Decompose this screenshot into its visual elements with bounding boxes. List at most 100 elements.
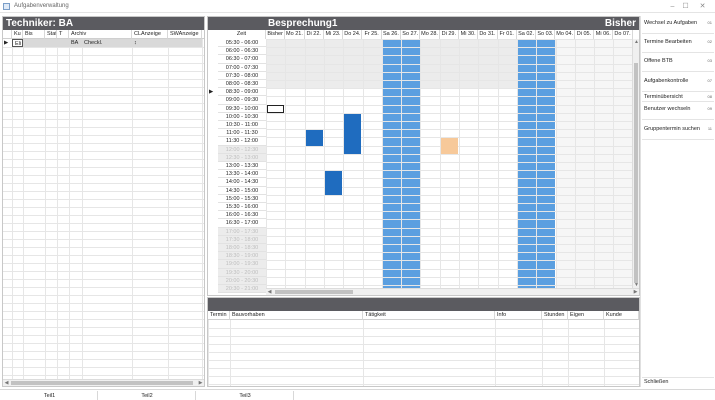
time-slot-label[interactable]: 14:30 - 15:00 — [218, 186, 266, 195]
day-header[interactable]: Do 07. — [613, 30, 633, 39]
left-horizontal-scrollbar[interactable]: ◀ ▶ — [3, 379, 204, 386]
close-icon[interactable]: ✕ — [698, 2, 707, 11]
scroll-thumb[interactable] — [11, 381, 193, 385]
time-slot-label[interactable]: 05:30 - 06:00 — [218, 39, 266, 48]
action-button[interactable]: Terminübersicht 08 — [642, 92, 714, 102]
day-header[interactable]: Mo 04. — [556, 30, 575, 39]
tab-teil2[interactable]: Teil2 — [99, 391, 196, 400]
day-header[interactable]: Fr 01. — [498, 30, 517, 39]
day-header[interactable]: Mo 21. — [285, 30, 305, 39]
day-header[interactable]: Di 29. — [440, 30, 459, 39]
time-slot-label[interactable]: 15:00 - 15:30 — [218, 194, 266, 203]
action-button[interactable]: Wechsel zu Aufgaben 01 — [642, 16, 714, 34]
time-slot-label[interactable]: 12:00 - 12:30 — [218, 145, 266, 154]
time-slot-label[interactable]: 15:30 - 16:00 — [218, 203, 266, 212]
day-header[interactable]: Mi 06. — [594, 30, 614, 39]
day-header[interactable]: Mi 23. — [324, 30, 344, 39]
column-header-swanzeige[interactable]: SWAnzeige — [168, 30, 202, 39]
time-slot-label[interactable]: 10:00 - 10:30 — [218, 112, 266, 121]
time-slot-label[interactable]: 14:00 - 14:30 — [218, 178, 266, 187]
weekend-column[interactable] — [536, 39, 556, 294]
column-header-tätigkeit[interactable]: Tätigkeit — [363, 311, 495, 320]
day-header[interactable]: Sa 02. — [517, 30, 537, 39]
cell-ku[interactable]: Eli — [12, 39, 23, 47]
time-slot-label[interactable]: 07:30 - 08:00 — [218, 71, 266, 80]
time-slot-label[interactable]: 17:00 - 17:30 — [218, 227, 266, 236]
column-header-clanzeige[interactable]: CLAnzeige — [132, 30, 168, 39]
time-slot-label[interactable]: 09:00 - 09:30 — [218, 96, 266, 105]
weekend-column[interactable] — [381, 39, 402, 294]
day-header[interactable]: Di 22. — [305, 30, 324, 39]
time-slot-label[interactable]: 16:30 - 17:00 — [218, 219, 266, 228]
appointment-block[interactable] — [440, 138, 458, 154]
column-header-archiv[interactable]: Archiv — [69, 30, 132, 39]
time-slot-label[interactable]: 13:00 - 13:30 — [218, 162, 266, 171]
time-slot-label[interactable]: 08:30 - 09:00 — [218, 88, 266, 97]
time-slot-label[interactable]: 06:00 - 06:30 — [218, 47, 266, 56]
weekend-column[interactable] — [516, 39, 537, 294]
time-slot-label[interactable]: 16:00 - 16:30 — [218, 211, 266, 220]
appointment-block[interactable] — [344, 113, 362, 154]
day-header[interactable]: Mo 28. — [420, 30, 440, 39]
weekend-column[interactable] — [401, 39, 421, 294]
column-header-ku[interactable]: Ku — [12, 30, 23, 39]
action-button[interactable]: Termine Bearbeiten 02 — [642, 35, 714, 53]
minimize-icon[interactable]: – — [668, 2, 677, 11]
column-header-eigen[interactable]: Eigen — [568, 311, 604, 320]
day-header[interactable]: Fr 25. — [363, 30, 382, 39]
time-slot-label[interactable]: 13:30 - 14:00 — [218, 170, 266, 179]
tab-teil1[interactable]: Teil1 — [2, 391, 98, 400]
scroll-right-icon[interactable]: ▶ — [632, 289, 639, 295]
day-header[interactable]: So 03. — [536, 30, 556, 39]
time-slot-label[interactable]: 11:30 - 12:00 — [218, 137, 266, 146]
maximize-icon[interactable]: ☐ — [681, 2, 690, 11]
appointment-block[interactable] — [305, 130, 323, 146]
scroll-thumb[interactable] — [634, 63, 638, 283]
time-slot-label[interactable]: 08:00 - 08:30 — [218, 80, 266, 89]
scroll-left-icon[interactable]: ◀ — [266, 289, 273, 295]
scroll-right-icon[interactable]: ▶ — [197, 380, 204, 386]
column-header-bis[interactable]: Bis — [23, 30, 45, 39]
column-header-t[interactable]: T — [57, 30, 69, 39]
calendar-vertical-scrollbar[interactable]: ▲ ▼ — [632, 39, 639, 289]
column-header-stunden[interactable]: Stunden — [542, 311, 568, 320]
day-header[interactable]: Sa 26. — [382, 30, 402, 39]
scroll-left-icon[interactable]: ◀ — [3, 380, 10, 386]
time-slot-label[interactable]: 17:30 - 18:00 — [218, 235, 266, 244]
column-header-info[interactable]: Info — [495, 311, 542, 320]
appointment-block[interactable] — [324, 171, 343, 195]
close-button[interactable]: Schließen — [642, 377, 714, 386]
tab-teil3[interactable]: Teil3 — [197, 391, 294, 400]
column-header-stat[interactable]: Stat — [45, 30, 57, 39]
column-header-bauvorhaben[interactable]: Bauvorhaben — [230, 311, 363, 320]
time-slot-label[interactable]: 11:00 - 11:30 — [218, 129, 266, 138]
day-header[interactable]: Bisher — [266, 30, 286, 39]
action-button[interactable]: Benutzer wechseln 09 — [642, 102, 714, 120]
column-header-kunde[interactable]: Kunde — [604, 311, 639, 320]
day-header[interactable]: So 27. — [401, 30, 421, 39]
time-slot-label[interactable]: 20:30 - 21:00 — [218, 285, 266, 294]
scroll-thumb[interactable] — [275, 290, 353, 294]
day-header[interactable]: Do 31. — [478, 30, 498, 39]
calendar-horizontal-scrollbar[interactable]: ◀ ▶ — [266, 288, 639, 295]
time-slot-label[interactable]: 18:00 - 18:30 — [218, 244, 266, 253]
time-slot-label[interactable]: 19:30 - 20:00 — [218, 268, 266, 277]
selected-slot[interactable] — [267, 104, 285, 113]
action-button[interactable]: Gruppentermin suchen 11 — [642, 122, 714, 140]
action-button[interactable]: Offene BTB 03 — [642, 54, 714, 72]
time-slot-label[interactable]: 07:00 - 07:30 — [218, 63, 266, 72]
time-slot-label[interactable]: 18:30 - 19:00 — [218, 252, 266, 261]
scroll-up-icon[interactable]: ▲ — [633, 39, 639, 46]
day-header[interactable]: Mi 30. — [459, 30, 479, 39]
time-slot-label[interactable]: 12:30 - 13:00 — [218, 153, 266, 162]
action-button[interactable]: Aufgabenkontrolle 07 — [642, 74, 714, 92]
time-slot-label[interactable]: 19:00 - 19:30 — [218, 260, 266, 269]
column-header-c[interactable]: C — [202, 30, 204, 39]
time-slot-label[interactable]: 20:00 - 20:30 — [218, 276, 266, 285]
time-slot-label[interactable]: 06:30 - 07:00 — [218, 55, 266, 64]
time-slot-label[interactable]: 09:30 - 10:00 — [218, 104, 266, 113]
column-header-termin[interactable]: Termin — [208, 311, 230, 320]
time-slot-label[interactable]: 10:30 - 11:00 — [218, 121, 266, 130]
day-header[interactable]: Do 24. — [343, 30, 363, 39]
day-header[interactable]: Di 05. — [575, 30, 595, 39]
